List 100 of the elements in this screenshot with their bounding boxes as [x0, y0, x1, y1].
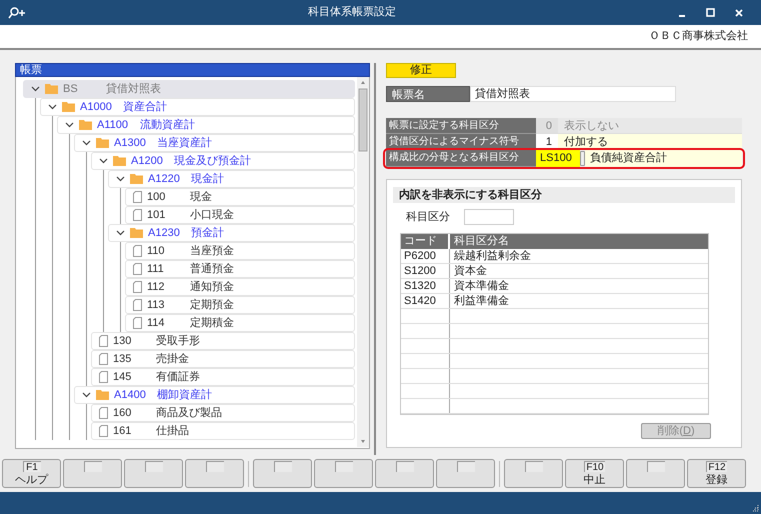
account-code: A1200	[131, 154, 164, 169]
document-icon	[133, 299, 142, 311]
folder-icon	[62, 102, 75, 112]
document-icon	[99, 407, 108, 419]
tree-item[interactable]: A1300 当座資産計	[74, 134, 355, 152]
blank-key-slot	[396, 461, 414, 472]
chevron-down-icon[interactable]	[82, 140, 91, 146]
close-icon[interactable]	[735, 8, 743, 16]
tree-item[interactable]: 161 仕掛品	[91, 422, 355, 440]
folder-icon	[130, 228, 143, 238]
window-title: 科目体系帳票設定	[308, 4, 396, 20]
function-key[interactable]: F10 中止	[565, 459, 624, 488]
tree-item[interactable]: 145 有価証券	[91, 368, 355, 386]
blank-key-slot	[334, 461, 352, 472]
key-label: F12	[706, 461, 727, 472]
account-name: 現金計	[191, 172, 224, 187]
table-cell: S1200	[401, 264, 450, 278]
function-key[interactable]: F12 登録	[687, 459, 746, 488]
account-code: 145	[113, 370, 132, 385]
account-name: 受取手形	[156, 334, 200, 349]
setting-value: 負債純資産合計	[585, 150, 742, 167]
account-name: 現金	[190, 190, 212, 205]
blank-key-slot	[84, 461, 102, 472]
account-name: 当座預金	[190, 244, 234, 259]
folder-icon	[96, 390, 109, 400]
tree-item[interactable]: 113 定期預金	[125, 296, 355, 314]
tree-item[interactable]: 135 売掛金	[91, 350, 355, 368]
account-code: 161	[113, 424, 132, 439]
account-code: 114	[147, 316, 166, 331]
account-code: 111	[147, 262, 165, 277]
zoom-in-icon[interactable]	[8, 6, 26, 18]
panel-header: 帳票	[15, 63, 370, 77]
scrollbar[interactable]	[357, 77, 369, 447]
account-name: 貸借対照表	[106, 82, 161, 97]
blank-key-slot	[206, 461, 224, 472]
account-name: 有価証券	[156, 370, 200, 385]
account-code: BS	[63, 82, 79, 97]
tree-item[interactable]: A1100 流動資産計	[57, 116, 355, 134]
account-name: 仕掛品	[156, 424, 189, 439]
tree-item[interactable]: A1000 資産合計	[40, 98, 355, 116]
tree-item[interactable]: 110 当座預金	[125, 242, 355, 260]
document-icon	[133, 191, 142, 203]
group-title: 内訳を非表示にする科目区分	[393, 187, 735, 203]
account-code: 160	[113, 406, 132, 421]
maximize-icon[interactable]	[706, 8, 715, 17]
blank-key-slot	[456, 461, 474, 472]
tree-item[interactable]: 160 商品及び製品	[91, 404, 355, 422]
tree-item[interactable]: A1200 現金及び預金計	[91, 152, 355, 170]
report-name-field[interactable]: 貸借対照表	[470, 86, 676, 102]
account-name: 定期積金	[190, 316, 234, 331]
account-code: 112	[147, 280, 166, 295]
function-key[interactable]: F1 ヘルプ	[2, 459, 61, 488]
account-code: 101	[147, 208, 166, 223]
document-icon	[99, 353, 108, 365]
account-code: 135	[113, 352, 132, 367]
account-name: 当座資産計	[157, 136, 212, 151]
account-code: A1000	[80, 100, 113, 115]
code-field[interactable]: LS100	[536, 150, 580, 167]
tree-item[interactable]: 101 小口現金	[125, 206, 355, 224]
account-name: 小口現金	[190, 208, 234, 223]
setting-value: 表示しない	[558, 118, 742, 134]
account-name: 売掛金	[156, 352, 189, 367]
document-icon	[99, 425, 108, 437]
table-cell-text: 資本準備金	[453, 278, 510, 292]
mode-badge: 修正	[386, 63, 456, 78]
account-category-field[interactable]	[464, 209, 514, 226]
chevron-down-icon[interactable]	[82, 392, 91, 398]
table-cell-text: 利益準備金	[453, 294, 510, 308]
tree-item[interactable]: A1400 棚卸資産計	[74, 386, 355, 404]
tree-item[interactable]: 114 定期積金	[125, 314, 355, 332]
blank-key-slot	[274, 461, 292, 472]
tree-item[interactable]: A1220 現金計	[108, 170, 355, 188]
account-code: A1400	[114, 388, 147, 403]
chevron-down-icon[interactable]	[31, 86, 40, 92]
blank-key-slot	[524, 461, 542, 472]
account-code: A1230	[148, 226, 181, 241]
blank-key-slot	[144, 461, 162, 472]
table-cell-text: 繰越利益剰余金	[453, 248, 532, 262]
table-cell: S1420	[401, 294, 450, 308]
chevron-down-icon[interactable]	[116, 230, 125, 236]
chevron-down-icon[interactable]	[99, 158, 108, 164]
chevron-down-icon[interactable]	[48, 104, 57, 110]
account-name: 預金計	[191, 226, 224, 241]
tree-item[interactable]: 100 現金	[125, 188, 355, 206]
chevron-down-icon[interactable]	[65, 122, 74, 128]
account-name: 現金及び預金計	[174, 154, 251, 169]
company-name: ＯＢＣ商事株式会社	[649, 28, 748, 44]
tree-item[interactable]: 130 受取手形	[91, 332, 355, 350]
tree-item[interactable]: 111 普通預金	[125, 260, 355, 278]
chevron-down-icon[interactable]	[116, 176, 125, 182]
tree-item[interactable]: 112 通知預金	[125, 278, 355, 296]
folder-icon	[96, 138, 109, 148]
document-icon	[133, 281, 142, 293]
tree-item[interactable]: A1230 預金計	[108, 224, 355, 242]
document-icon	[133, 245, 142, 257]
account-code: 130	[113, 334, 132, 349]
resize-grip-icon[interactable]	[751, 504, 759, 512]
document-icon	[99, 335, 108, 347]
table-cell-text: 資本金	[453, 264, 488, 278]
field-label: 科目区分	[406, 210, 450, 225]
